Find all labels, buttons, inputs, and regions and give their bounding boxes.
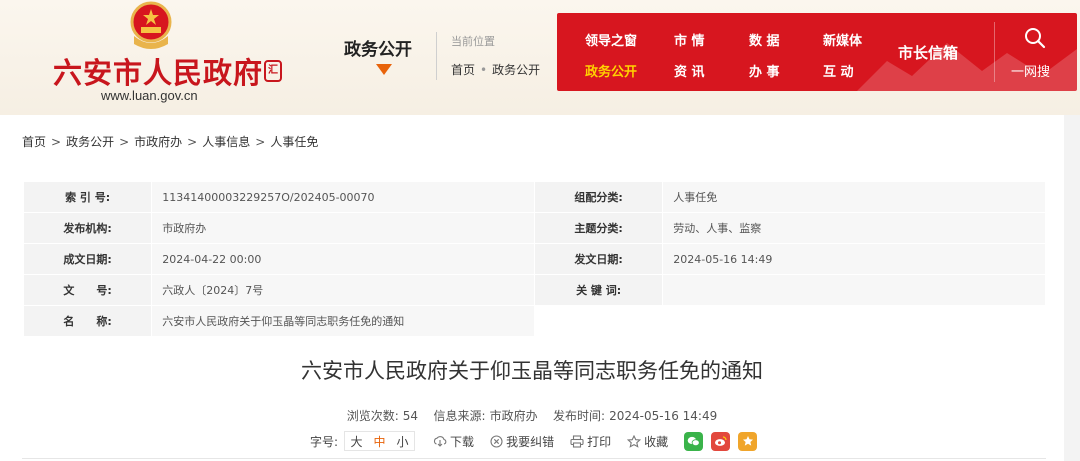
national-emblem-icon <box>130 1 172 49</box>
table-row: 发布机构: 市政府办 主题分类: 劳动、人事、监察 <box>22 212 1046 244</box>
source-value: 市政府办 <box>489 409 538 423</box>
search-icon[interactable] <box>1024 27 1046 49</box>
fontsize-small-button[interactable]: 小 <box>391 433 414 450</box>
created-date-label: 成文日期: <box>22 243 153 275</box>
main-nav: 领导之窗 市 情 数 据 新媒体 政务公开 资 讯 办 事 互 动 市长信箱 一… <box>557 13 1077 91</box>
breadcrumb: 首页 > 政务公开 > 市政府办 > 人事信息 > 人事任免 <box>22 133 318 150</box>
location-link-gov-open[interactable]: 政务公开 <box>492 63 540 77</box>
qzone-share-icon[interactable] <box>738 431 758 451</box>
search-label[interactable]: 一网搜 <box>1011 61 1050 80</box>
report-error-label: 我要纠错 <box>506 434 555 449</box>
site-url: www.luan.gov.cn <box>101 88 198 103</box>
weibo-share-icon[interactable] <box>711 431 731 451</box>
category-label: 组配分类: <box>533 181 664 213</box>
print-label: 打印 <box>587 434 612 449</box>
breadcrumb-city-office[interactable]: 市政府办 <box>134 135 182 149</box>
category-value: 人事任免 <box>662 181 1046 213</box>
star-icon <box>627 434 642 448</box>
nav-divider <box>994 22 995 82</box>
breadcrumb-appointments[interactable]: 人事任免 <box>270 135 318 149</box>
download-label: 下载 <box>450 434 475 449</box>
table-row: 索 引 号: 11341400003229257O/202405-00070 组… <box>22 181 1046 213</box>
breadcrumb-separator: > <box>51 135 62 149</box>
published-date-label: 发文日期: <box>533 243 664 275</box>
breadcrumb-separator: > <box>119 135 130 149</box>
nav-item-gov-open[interactable]: 政务公开 <box>585 61 637 80</box>
table-row: 文 号: 六政人〔2024〕7号 关 键 词: <box>22 274 1046 306</box>
article-toolbar: 字号: 大 中 小 下载 我要纠错 打印 收藏 <box>310 430 765 452</box>
breadcrumb-gov-open[interactable]: 政务公开 <box>66 135 114 149</box>
doc-name-value: 六安市人民政府关于仰玉晶等同志职务任免的通知 <box>151 305 535 337</box>
nav-item-leaders[interactable]: 领导之窗 <box>585 30 637 49</box>
fontsize-large-button[interactable]: 大 <box>345 433 368 450</box>
keywords-label: 关 键 词: <box>533 274 664 306</box>
publish-time-value: 2024-05-16 14:49 <box>609 409 718 423</box>
content-area: 首页 > 政务公开 > 市政府办 > 人事信息 > 人事任免 索 引 号: 1134140000… <box>0 115 1064 461</box>
fontsize-switcher: 大 中 小 <box>344 431 416 451</box>
publisher-value: 市政府办 <box>151 212 535 244</box>
header-divider <box>436 32 437 80</box>
topic-value: 劳动、人事、监察 <box>662 212 1046 244</box>
breadcrumb-separator: > <box>187 135 198 149</box>
download-button[interactable]: 下载 <box>433 433 474 450</box>
favorite-button[interactable]: 收藏 <box>627 433 668 450</box>
nav-item-news[interactable]: 资 讯 <box>674 61 705 80</box>
empty-cell <box>662 305 1046 337</box>
location-separator: • <box>480 63 488 77</box>
mayor-mailbox-link[interactable]: 市长信箱 <box>898 42 958 63</box>
table-row: 成文日期: 2024-04-22 00:00 发文日期: 2024-05-16 … <box>22 243 1046 275</box>
created-date-value: 2024-04-22 00:00 <box>151 243 535 275</box>
favorite-label: 收藏 <box>644 434 669 449</box>
error-report-icon <box>490 434 503 448</box>
table-row: 名 称: 六安市人民政府关于仰玉晶等同志职务任免的通知 <box>22 305 1046 337</box>
nav-item-new-media[interactable]: 新媒体 <box>823 30 862 49</box>
publisher-label: 发布机构: <box>22 212 153 244</box>
source-label: 信息来源: <box>433 409 486 423</box>
metadata-table: 索 引 号: 11341400003229257O/202405-00070 组… <box>22 181 1046 337</box>
breadcrumb-home[interactable]: 首页 <box>22 135 46 149</box>
doc-name-label: 名 称: <box>22 305 153 337</box>
cloud-download-icon <box>433 436 447 447</box>
breadcrumb-separator: > <box>255 135 266 149</box>
location-path: 首页 • 政务公开 <box>451 61 540 78</box>
views-value: 54 <box>402 409 419 423</box>
article-title: 六安市人民政府关于仰玉晶等同志职务任免的通知 <box>301 359 763 383</box>
views-label: 浏览次数: <box>346 409 399 423</box>
location-link-home[interactable]: 首页 <box>451 63 475 77</box>
publish-time-label: 发布时间: <box>553 409 606 423</box>
site-title[interactable]: 六安市人民政府 <box>53 50 263 92</box>
print-button[interactable]: 打印 <box>570 433 611 450</box>
topic-label: 主题分类: <box>533 212 664 244</box>
fontsize-medium-button[interactable]: 中 <box>368 433 391 450</box>
breadcrumb-personnel-info[interactable]: 人事信息 <box>202 135 250 149</box>
index-label: 索 引 号: <box>22 181 153 213</box>
doc-number-value: 六政人〔2024〕7号 <box>151 274 535 306</box>
wechat-share-icon[interactable] <box>684 431 704 451</box>
nav-item-data[interactable]: 数 据 <box>749 30 780 49</box>
fontsize-label: 字号: <box>310 434 339 449</box>
keywords-value <box>662 274 1046 306</box>
published-date-value: 2024-05-16 14:49 <box>662 243 1046 275</box>
print-icon <box>570 434 584 448</box>
seal-stamp: 汇 <box>264 60 282 82</box>
index-value: 11341400003229257O/202405-00070 <box>151 181 535 213</box>
caret-down-icon <box>376 64 392 75</box>
location-label: 当前位置 <box>451 35 495 48</box>
doc-number-label: 文 号: <box>22 274 153 306</box>
nav-item-city-info[interactable]: 市 情 <box>674 30 705 49</box>
article-info: 浏览次数: 54 信息来源: 市政府办 发布时间: 2024-05-16 14:49 <box>0 407 1064 424</box>
empty-cell <box>534 305 663 337</box>
column-name: 政务公开 <box>344 40 412 60</box>
content-divider <box>22 458 1046 459</box>
nav-item-services[interactable]: 办 事 <box>749 61 780 80</box>
site-header: 六安市人民政府 汇 www.luan.gov.cn 政务公开 当前位置 首页 • 政… <box>0 0 1080 115</box>
nav-item-interaction[interactable]: 互 动 <box>823 61 854 80</box>
report-error-button[interactable]: 我要纠错 <box>490 433 554 450</box>
